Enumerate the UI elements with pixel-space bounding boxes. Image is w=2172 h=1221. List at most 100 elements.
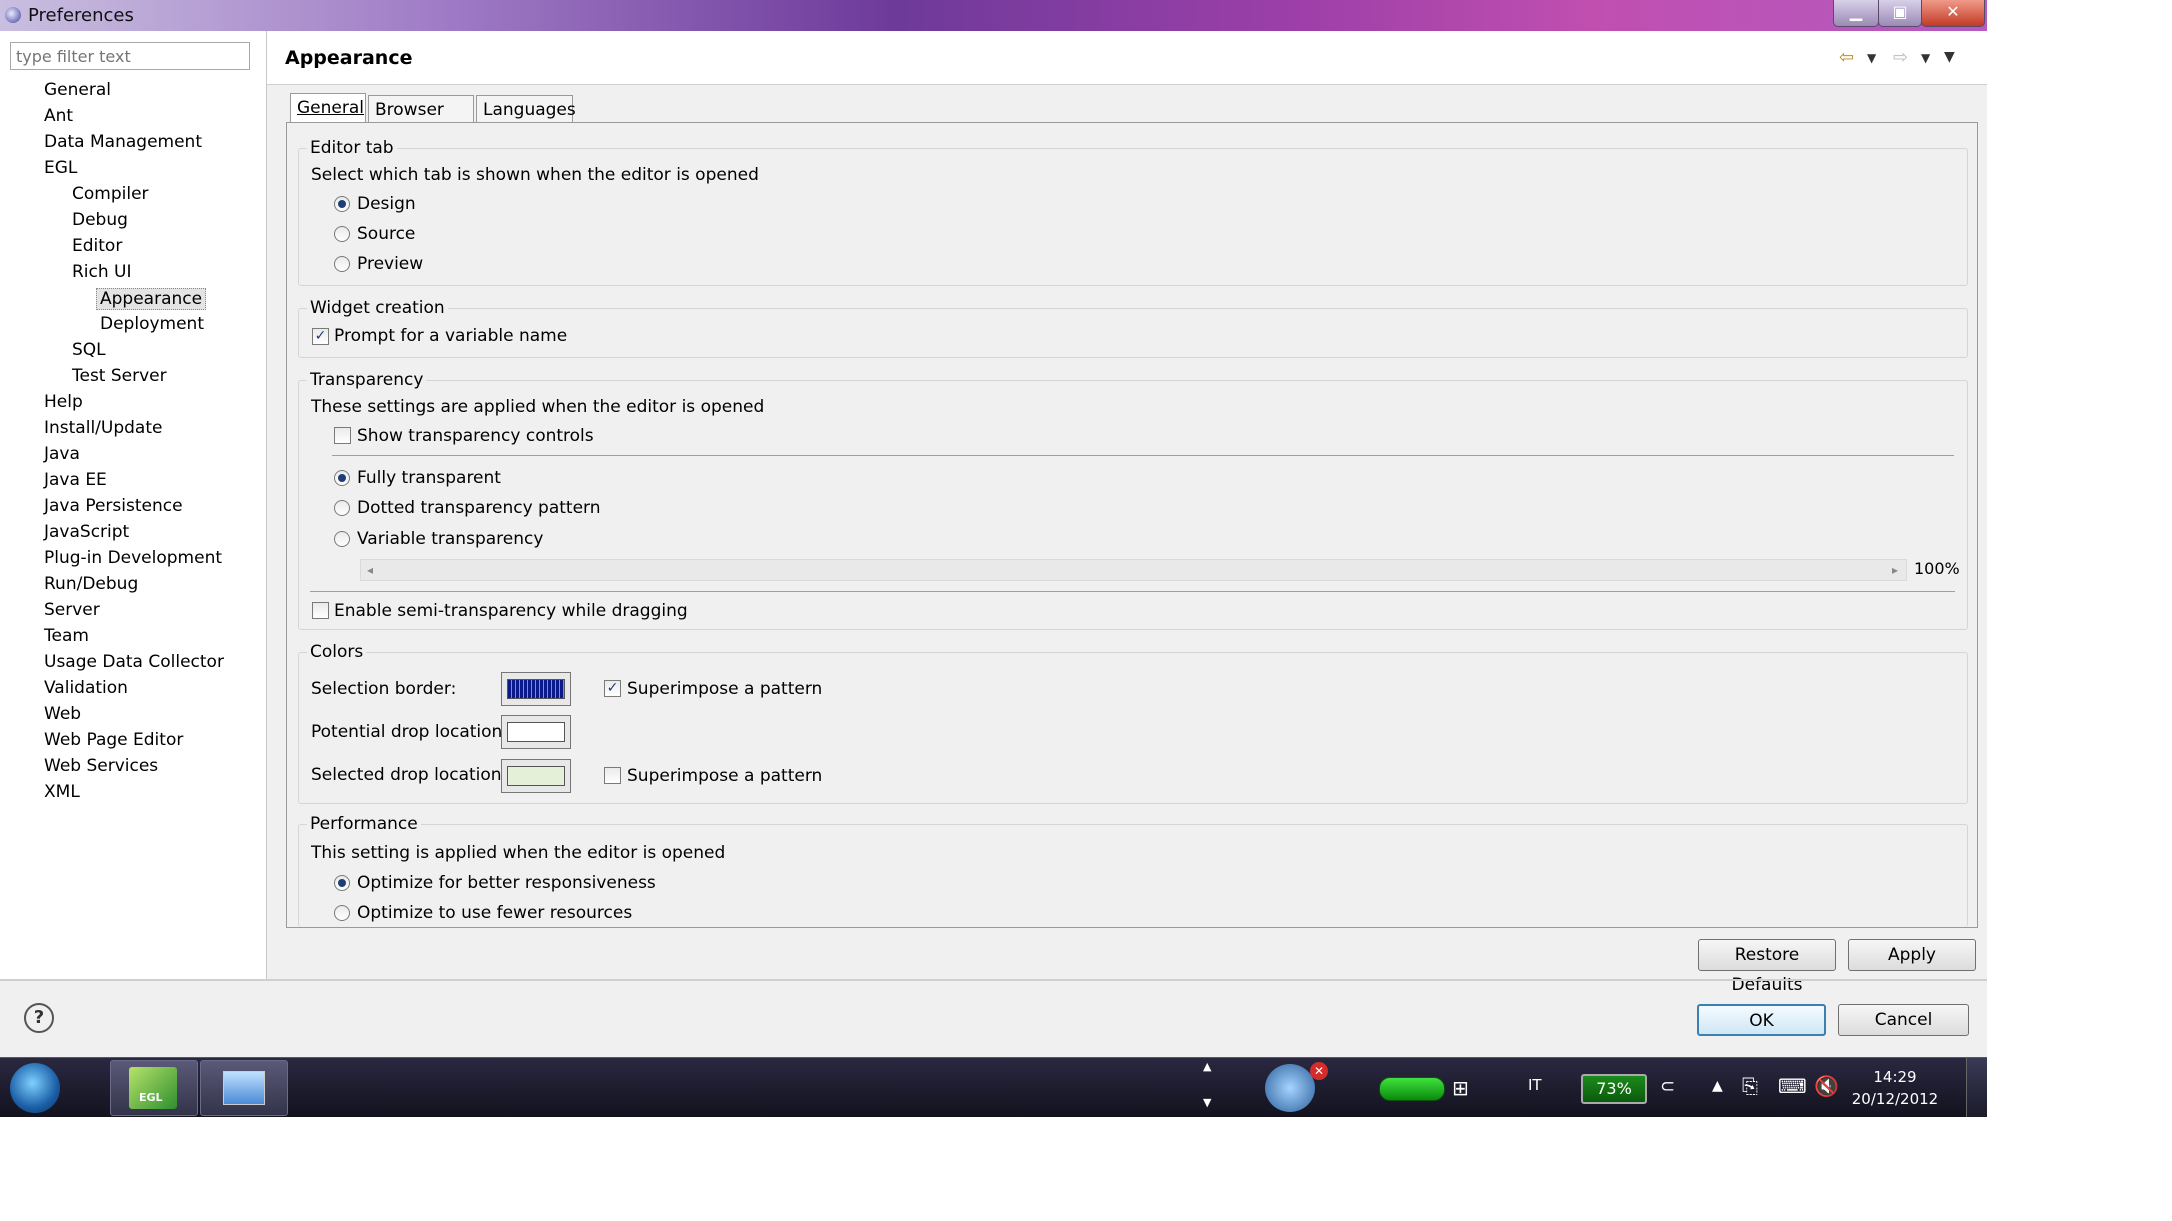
ok-button[interactable]: OK	[1697, 1004, 1826, 1036]
fully-transparent-label[interactable]: Fully transparent	[357, 468, 501, 488]
network-adapter-icon[interactable]: ⊞	[1452, 1076, 1469, 1100]
dotted-transparency-label[interactable]: Dotted transparency pattern	[357, 498, 601, 518]
superimpose-pattern-checkbox-2[interactable]	[604, 767, 621, 784]
network-status-icon[interactable]	[1379, 1077, 1445, 1101]
tree-item-editor[interactable]: Editor	[72, 236, 122, 256]
tree-item-egl[interactable]: EGL	[44, 158, 77, 178]
preview-radio[interactable]	[334, 256, 350, 272]
page-header: Appearance ⇦ ▼ ⇨ ▼ ▼	[267, 31, 1987, 85]
tree-item-rich-ui[interactable]: Rich UI	[72, 262, 132, 282]
tree-item-general[interactable]: General	[44, 80, 111, 100]
tree-item-java-ee[interactable]: Java EE	[44, 470, 107, 490]
transparency-value: 100%	[1914, 559, 1960, 578]
superimpose-pattern-label-2[interactable]: Superimpose a pattern	[627, 766, 822, 786]
design-radio[interactable]	[334, 196, 350, 212]
tree-item-test-server[interactable]: Test Server	[72, 366, 167, 386]
optimize-responsiveness-radio[interactable]	[334, 875, 350, 891]
tree-item-java[interactable]: Java	[44, 444, 80, 464]
forward-menu-icon[interactable]: ▼	[1921, 51, 1930, 65]
tree-item-plugin-development[interactable]: Plug-in Development	[44, 548, 222, 568]
transparency-slider[interactable]: ◂ ▸	[360, 559, 1907, 581]
tree-item-web-services[interactable]: Web Services	[44, 756, 158, 776]
tree-item-java-persistence[interactable]: Java Persistence	[44, 496, 183, 516]
power-plug-icon[interactable]: ⊂	[1660, 1076, 1675, 1097]
tree-item-sql[interactable]: SQL	[72, 340, 106, 360]
back-arrow-icon[interactable]: ⇦	[1839, 47, 1854, 68]
show-transparency-checkbox[interactable]	[334, 427, 351, 444]
selected-drop-swatch	[507, 766, 565, 786]
show-hidden-icons-icon[interactable]: ▲	[1712, 1078, 1723, 1094]
selected-drop-color-button[interactable]	[501, 759, 571, 793]
design-radio-label[interactable]: Design	[357, 194, 416, 214]
source-radio-label[interactable]: Source	[357, 224, 415, 244]
taskbar-scroll-down-icon[interactable]: ▼	[1203, 1096, 1211, 1109]
semi-transparency-checkbox[interactable]	[312, 602, 329, 619]
language-indicator[interactable]: IT	[1528, 1076, 1542, 1094]
tree-item-server[interactable]: Server	[44, 600, 100, 620]
optimize-resources-label[interactable]: Optimize to use fewer resources	[357, 903, 632, 923]
apply-button[interactable]: Apply	[1848, 939, 1976, 971]
fully-transparent-radio[interactable]	[334, 470, 350, 486]
tree-item-install-update[interactable]: Install/Update	[44, 418, 162, 438]
forward-arrow-icon[interactable]: ⇨	[1893, 47, 1908, 68]
volume-muted-icon[interactable]: 🔇	[1814, 1074, 1839, 1098]
preview-radio-label[interactable]: Preview	[357, 254, 423, 274]
network-app-icon[interactable]	[1265, 1064, 1315, 1112]
minimize-button[interactable]: ▁	[1833, 0, 1879, 27]
slider-right-arrow-icon[interactable]: ▸	[1892, 560, 1898, 580]
selection-border-swatch	[507, 679, 565, 699]
tab-languages[interactable]: Languages	[476, 95, 576, 123]
prompt-variable-checkbox[interactable]: ✓	[312, 328, 329, 345]
show-transparency-label[interactable]: Show transparency controls	[357, 426, 594, 446]
filter-input[interactable]	[10, 42, 250, 70]
restore-defaults-button[interactable]: Restore Defaults	[1698, 939, 1836, 995]
taskbar-scroll-up-icon[interactable]: ▲	[1203, 1060, 1211, 1073]
tree-item-appearance[interactable]: Appearance	[96, 288, 207, 310]
optimize-responsiveness-label[interactable]: Optimize for better responsiveness	[357, 873, 656, 893]
superimpose-pattern-label-1[interactable]: Superimpose a pattern	[627, 679, 822, 699]
view-menu-icon[interactable]: ▼	[1944, 49, 1955, 65]
battery-indicator[interactable]: 73%	[1581, 1074, 1647, 1104]
tree-item-xml[interactable]: XML	[44, 782, 80, 802]
tree-item-javascript[interactable]: JavaScript	[44, 522, 129, 542]
show-desktop-button[interactable]	[1966, 1058, 1987, 1117]
network-tray-icon[interactable]: ⌨	[1778, 1074, 1807, 1098]
prompt-variable-label[interactable]: Prompt for a variable name	[334, 326, 567, 346]
tree-item-ant[interactable]: Ant	[44, 106, 73, 126]
usb-device-icon[interactable]: ⎘	[1742, 1074, 1758, 1098]
tree-item-web-page-editor[interactable]: Web Page Editor	[44, 730, 183, 750]
tree-item-debug[interactable]: Debug	[72, 210, 128, 230]
tab-general[interactable]: General	[290, 93, 366, 123]
tree-item-usage-data-collector[interactable]: Usage Data Collector	[44, 652, 224, 672]
slider-left-arrow-icon[interactable]: ◂	[367, 560, 373, 580]
windows-taskbar: EGL ▲ ▼ ✕ ⊞ IT 73% ⊂ ▲ ⎘ ⌨ 🔇 14:29 20/12…	[0, 1057, 1987, 1117]
source-radio[interactable]	[334, 226, 350, 242]
tree-item-help[interactable]: Help	[44, 392, 83, 412]
taskbar-control-panel-app[interactable]	[200, 1060, 288, 1116]
system-clock[interactable]: 14:29 20/12/2012	[1845, 1066, 1945, 1110]
tab-browser-size[interactable]: Browser size	[368, 95, 474, 148]
close-button[interactable]: ✕	[1921, 0, 1985, 27]
maximize-button[interactable]: ▣	[1878, 0, 1922, 27]
tree-item-run-debug[interactable]: Run/Debug	[44, 574, 138, 594]
taskbar-egl-app[interactable]: EGL	[110, 1060, 198, 1116]
back-menu-icon[interactable]: ▼	[1867, 51, 1876, 65]
tree-item-web[interactable]: Web	[44, 704, 81, 724]
variable-transparency-label[interactable]: Variable transparency	[357, 529, 543, 549]
superimpose-pattern-checkbox-1[interactable]: ✓	[604, 680, 621, 697]
tree-item-compiler[interactable]: Compiler	[72, 184, 149, 204]
tree-item-validation[interactable]: Validation	[44, 678, 128, 698]
start-button-icon[interactable]	[10, 1063, 60, 1113]
cancel-button[interactable]: Cancel	[1838, 1004, 1969, 1036]
tree-item-deployment[interactable]: Deployment	[100, 314, 204, 334]
potential-drop-color-button[interactable]	[501, 715, 571, 749]
tree-item-data-management[interactable]: Data Management	[44, 132, 202, 152]
semi-separator	[310, 591, 1955, 592]
tree-item-team[interactable]: Team	[44, 626, 89, 646]
semi-transparency-label[interactable]: Enable semi-transparency while dragging	[334, 601, 688, 621]
variable-transparency-radio[interactable]	[334, 531, 350, 547]
optimize-resources-radio[interactable]	[334, 905, 350, 921]
selection-border-color-button[interactable]	[501, 672, 571, 706]
help-icon[interactable]: ?	[24, 1003, 54, 1033]
dotted-transparency-radio[interactable]	[334, 500, 350, 516]
